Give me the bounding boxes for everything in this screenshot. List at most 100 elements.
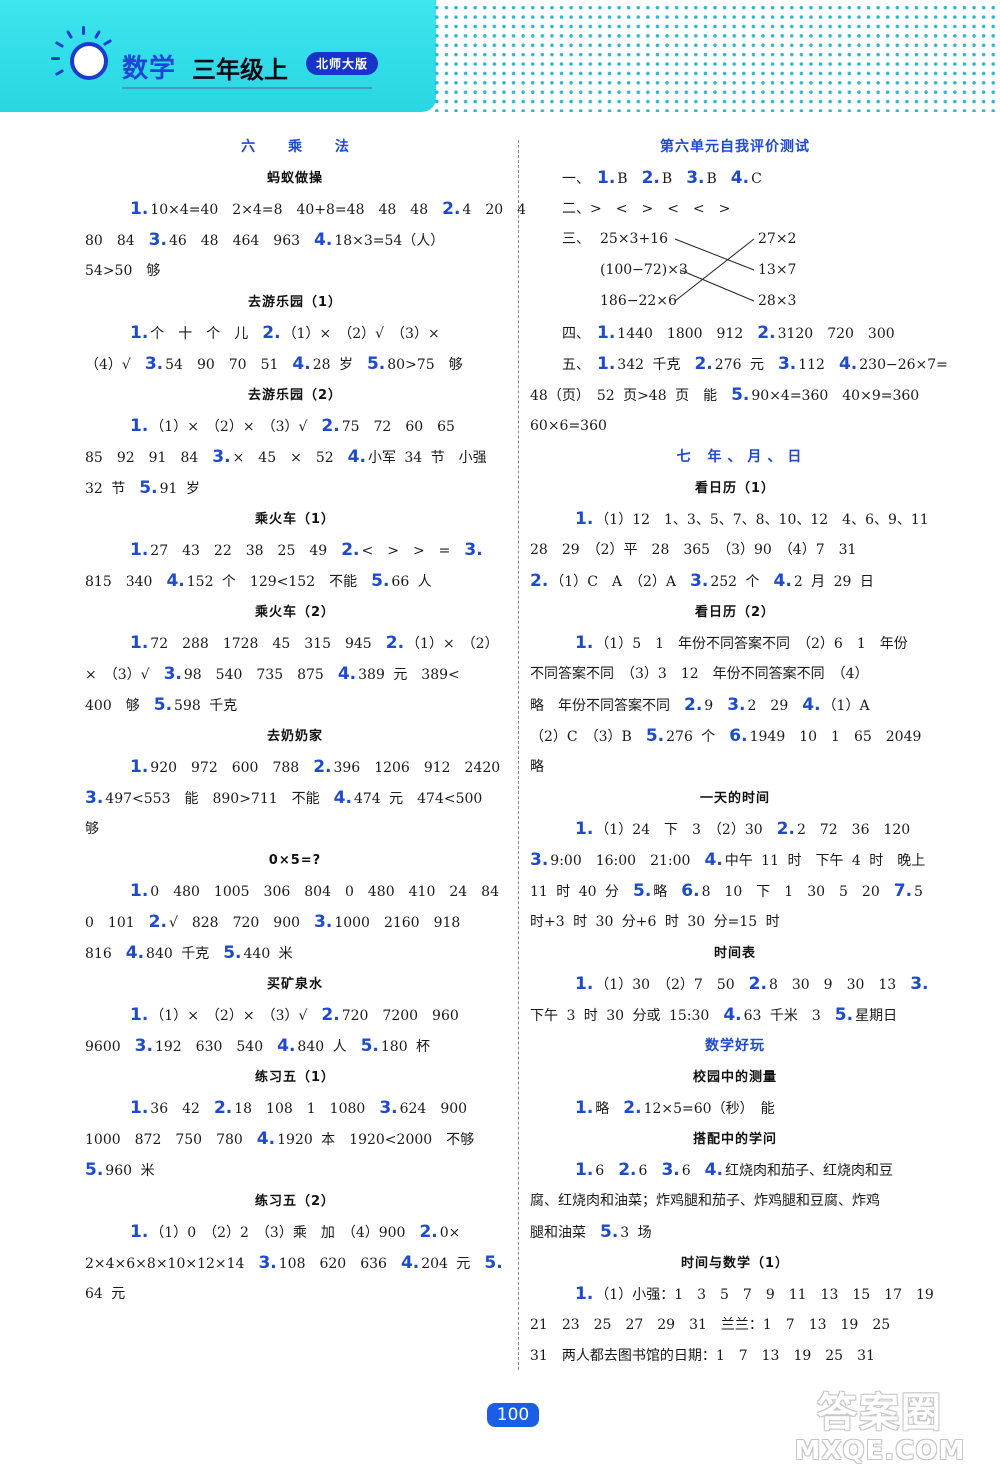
question-number: 5. [484, 1253, 503, 1273]
answer-section: 去游乐园（1） 1. 个 十 个 儿 2. （1）× （2）√ （3）× （4）√ 3.… [85, 287, 505, 380]
answer-text: C [751, 171, 762, 187]
answer-line: （2）C （3）B 5. 276 个 6. 1949 10 1 65 2049 [530, 721, 940, 752]
question-number: 1. [575, 1098, 594, 1118]
question-number: 2. [530, 571, 549, 591]
answer-section: 时间表 1. （1）30 （2）7 50 2. 8 30 9 30 13 3. 下午 3… [530, 938, 940, 1031]
question-number: 3. [686, 168, 705, 188]
answer-text: 6 [638, 1163, 648, 1179]
section-title: 时间表 [713, 946, 756, 961]
answer-line: 1. （1）小强：1 3 5 7 9 11 13 15 17 19 [530, 1279, 940, 1310]
title-underline [122, 87, 372, 89]
answer-text: 1920 本 1920<2000 不够 [277, 1132, 475, 1148]
answer-text: 2 72 36 120 [796, 822, 911, 838]
match-link-line [679, 269, 755, 302]
answer-line: 1000 872 750 780 4. 1920 本 1920<2000 不够 [85, 1124, 505, 1155]
question-number: 3. [910, 974, 929, 994]
edition-badge: 北师大版 [306, 52, 379, 75]
banner-dot-pattern [430, 0, 1000, 112]
question-number: 5. [600, 1222, 619, 1242]
question-number: 1. [575, 974, 594, 994]
answer-line: 5. 960 米 [85, 1155, 505, 1186]
answer-text: × 45 × 52 [232, 450, 334, 466]
answer-line: 400 够 5. 598 千克 [85, 690, 505, 721]
question-number: 4. [704, 850, 723, 870]
section-title: 看日历（2） [694, 605, 776, 620]
answer-text: 28 岁 [312, 357, 353, 373]
watermark-en: MXQE.COM [794, 1436, 966, 1466]
answer-text: 80 84 [85, 233, 135, 249]
question-number: 1. [597, 354, 616, 374]
answer-text: 48（页） 52 页>48 页 能 [530, 388, 718, 404]
answer-line: 1. 6 2. 6 3. 6 4. 红烧肉和茄子、红烧肉和豆 [530, 1155, 940, 1186]
answer-text: 60×6=360 [530, 418, 607, 434]
match-link-line [674, 238, 755, 302]
answer-text: 时+3 时 30 分+6 时 30 分=15 时 [530, 914, 780, 930]
answer-text: 54 90 70 51 [165, 357, 279, 373]
answer-text: 1440 1800 912 [617, 326, 744, 342]
test-question-4: 四、 1. 1440 1800 912 2. 3120 720 300 [530, 318, 940, 349]
answer-line: 1. 36 42 2. 18 108 1 1080 3. 624 900 [85, 1093, 505, 1124]
answer-text: 152 个 129<152 不能 [186, 574, 358, 590]
answer-text: 440 米 [243, 946, 293, 962]
answer-text: 11 时 40 分 [530, 884, 619, 900]
question-number: 4. [773, 571, 792, 591]
question-number: 1. [575, 633, 594, 653]
answer-line: 1. 个 十 个 儿 2. （1）× （2）√ （3）× [85, 318, 505, 349]
right-column: 第六单元自我评价测试 一、 1. B 2. B 3. B 4. C 二、> < > < … [530, 132, 948, 1372]
question-number: 2. [684, 695, 703, 715]
answer-text: < > > = [361, 543, 451, 559]
answer-section: 一天的时间 1. （1）24 下 3 （2）30 2. 2 72 36 120 3. 9:… [530, 783, 940, 938]
sun-logo-icon [51, 26, 120, 88]
answer-line: 28 29 （2）平 28 365 （3）90 （4）7 31 [530, 535, 940, 566]
section-title: 时间与数学（1） [680, 1256, 790, 1271]
answer-text: 27 43 22 38 25 49 [150, 543, 328, 559]
answer-line: 1. 略 2. 12×5=60（秒） 能 [530, 1093, 940, 1124]
subject-title: 数学 [122, 54, 177, 84]
question-number: 2. [385, 633, 405, 653]
question-number: 2. [442, 199, 461, 219]
answer-line: 1. （1）24 下 3 （2）30 2. 2 72 36 120 [530, 814, 940, 845]
question-number: 3. [530, 850, 549, 870]
answer-text: B [617, 171, 628, 187]
question-number: 5. [632, 881, 652, 901]
answer-line: 54>50 够 [85, 256, 505, 287]
question-number: 一、 [562, 171, 583, 187]
question-number: 1. [130, 1222, 149, 1242]
question-number: 5. [731, 385, 750, 405]
answer-text: √ 828 720 900 [168, 915, 301, 931]
unit7-title: 七 年、月、日 [676, 449, 808, 465]
section-title: 看日历（1） [694, 481, 776, 496]
matching-lines [674, 238, 755, 302]
question-number: 3. [85, 788, 104, 808]
answer-text: B [706, 171, 717, 187]
answer-line: 85 92 91 84 3. × 45 × 52 4. 小军 34 节 小强 [85, 442, 505, 473]
answer-line: 9600 3. 192 630 540 4. 840 人 5. 180 杯 [85, 1031, 505, 1062]
answer-text: 3 场 [620, 1225, 652, 1241]
question-number: 5. [85, 1160, 104, 1180]
answer-section: 乘火车（1） 1. 27 43 22 38 25 49 2. < > > = 3. 81… [85, 504, 505, 597]
match-link-line [674, 238, 755, 271]
section-title: 一天的时间 [699, 791, 770, 806]
answer-text: 960 米 [105, 1163, 155, 1179]
answer-text: 个 十 个 儿 [150, 326, 249, 342]
answer-text: 21 23 25 27 29 31 兰兰：1 7 13 19 25 [530, 1317, 891, 1333]
answer-text: × （3）√ [85, 667, 150, 683]
answer-text: 63 千米 3 [743, 1008, 821, 1024]
answer-line: 五、 1. 342 千克 2. 276 元 3. 112 4. 230−26×7= [530, 349, 948, 380]
answer-text: 90×4=360 40×9=360 [751, 388, 920, 404]
section-title: 乘火车（2） [254, 605, 336, 620]
question-number: 1. [130, 757, 149, 777]
question-number: 2. [341, 540, 360, 560]
answer-text: 腐、红烧肉和油菜；炸鸡腿和茄子、炸鸡腿和豆腐、炸鸡 [530, 1193, 880, 1209]
answer-line: 不同答案不同 （3）3 12 年份不同答案不同 （4） [530, 659, 940, 690]
answer-text: 够 [85, 821, 99, 837]
answer-text: 66 人 [391, 574, 432, 590]
answer-text: （1）A [822, 698, 870, 714]
question-number: 1. [597, 168, 616, 188]
answer-text: 31 两人都去图书馆的日期：1 7 13 19 25 31 [530, 1348, 875, 1364]
question-number: 3. [690, 571, 709, 591]
answer-text: 180 杯 [380, 1039, 431, 1055]
grade-title: 三年级上 [192, 56, 288, 84]
answer-text: 204 元 [421, 1256, 471, 1272]
answer-text: 396 1206 912 2420 [333, 760, 501, 776]
